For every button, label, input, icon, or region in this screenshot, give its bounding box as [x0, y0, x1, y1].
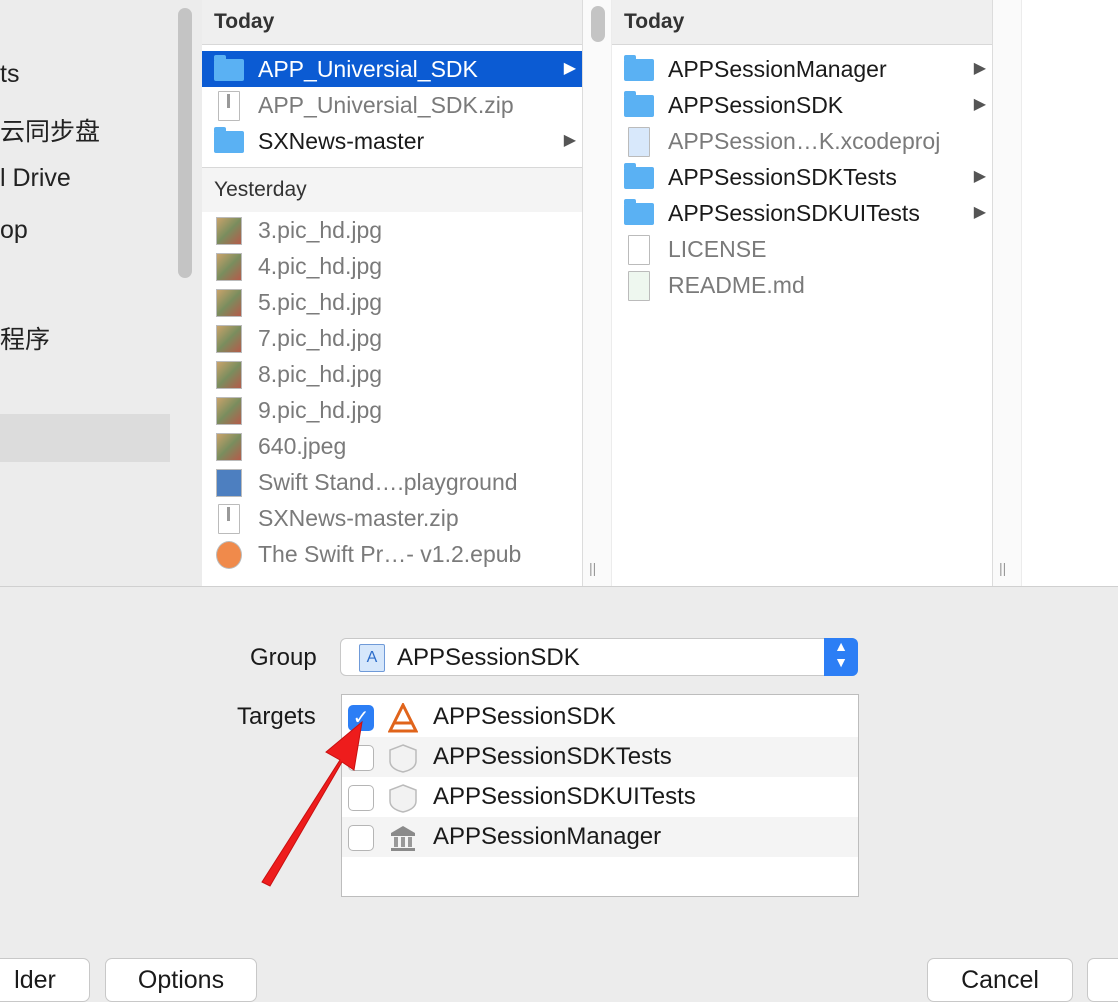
annotation-arrow-icon	[261, 720, 363, 887]
